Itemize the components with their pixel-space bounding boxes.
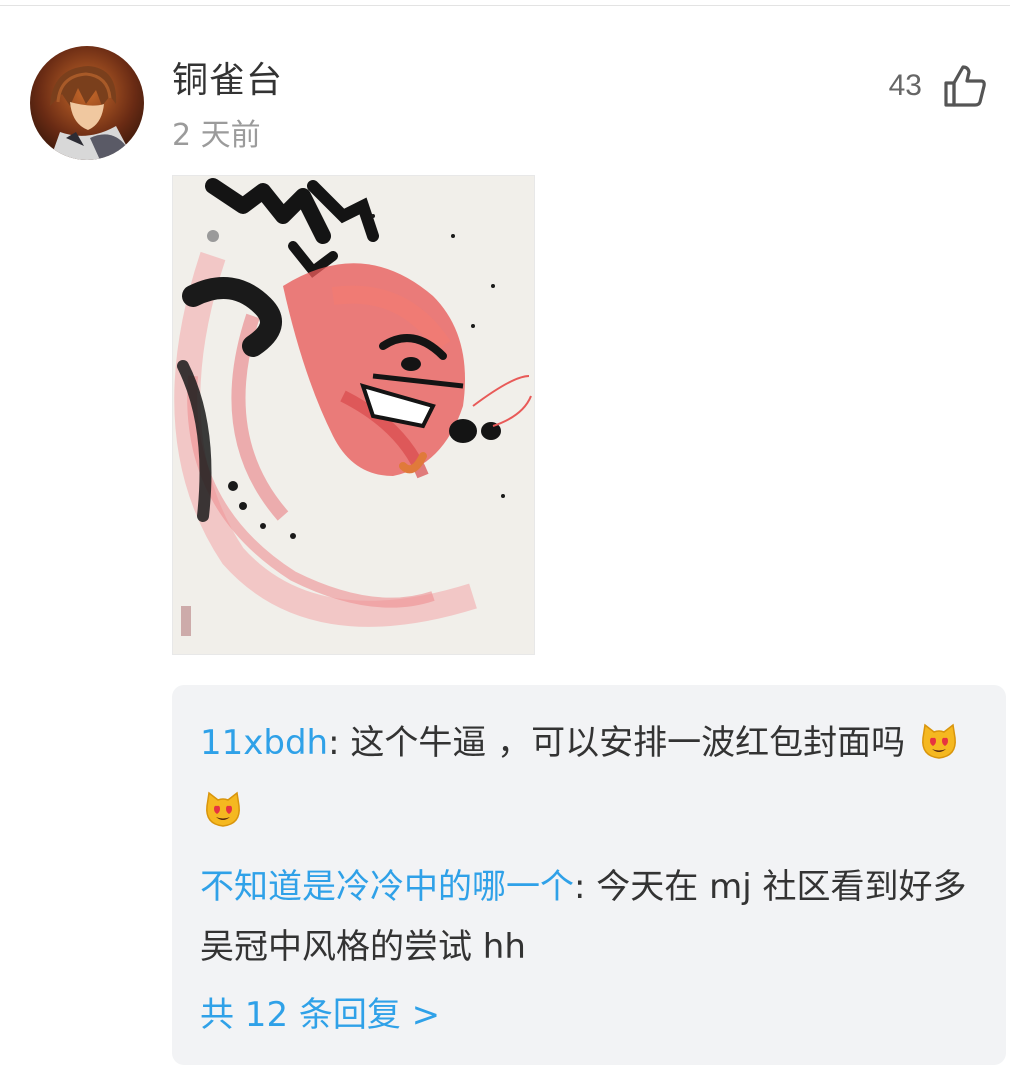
- reply-separator: :: [574, 867, 597, 907]
- view-more-replies-link[interactable]: 共 12 条回复 >: [200, 985, 978, 1045]
- reply-text: 这个牛逼 ，可以安排一波红包封面吗: [350, 723, 906, 763]
- reply-item[interactable]: 不知道是冷冷中的哪一个: 今天在 mj 社区看到好多吴冠中风格的尝试 hh: [200, 857, 978, 977]
- reply-item[interactable]: 11xbdh: 这个牛逼 ，可以安排一波红包封面吗: [200, 713, 978, 849]
- heart-eyes-cat-emoji-icon: [919, 721, 959, 781]
- thumbs-up-icon[interactable]: [942, 63, 988, 109]
- reply-author[interactable]: 不知道是冷冷中的哪一个: [200, 867, 574, 907]
- reply-author[interactable]: 11xbdh: [200, 723, 328, 763]
- user-avatar[interactable]: [30, 46, 144, 160]
- replies-panel: 11xbdh: 这个牛逼 ，可以安排一波红包封面吗 不知道是冷冷中的哪一个: 今…: [172, 685, 1006, 1065]
- top-divider: [0, 5, 1010, 6]
- ink-dragon-painting-icon: [173, 176, 534, 654]
- reply-separator: :: [328, 723, 351, 763]
- comment-timestamp: 2 天前: [172, 118, 261, 153]
- anime-character-avatar-icon: [30, 46, 144, 160]
- like-count: 43: [888, 69, 922, 102]
- comment-image[interactable]: [172, 175, 535, 655]
- heart-eyes-cat-emoji-icon: [203, 789, 243, 849]
- comment-username[interactable]: 铜雀台: [172, 56, 283, 106]
- like-button[interactable]: 43: [889, 58, 988, 114]
